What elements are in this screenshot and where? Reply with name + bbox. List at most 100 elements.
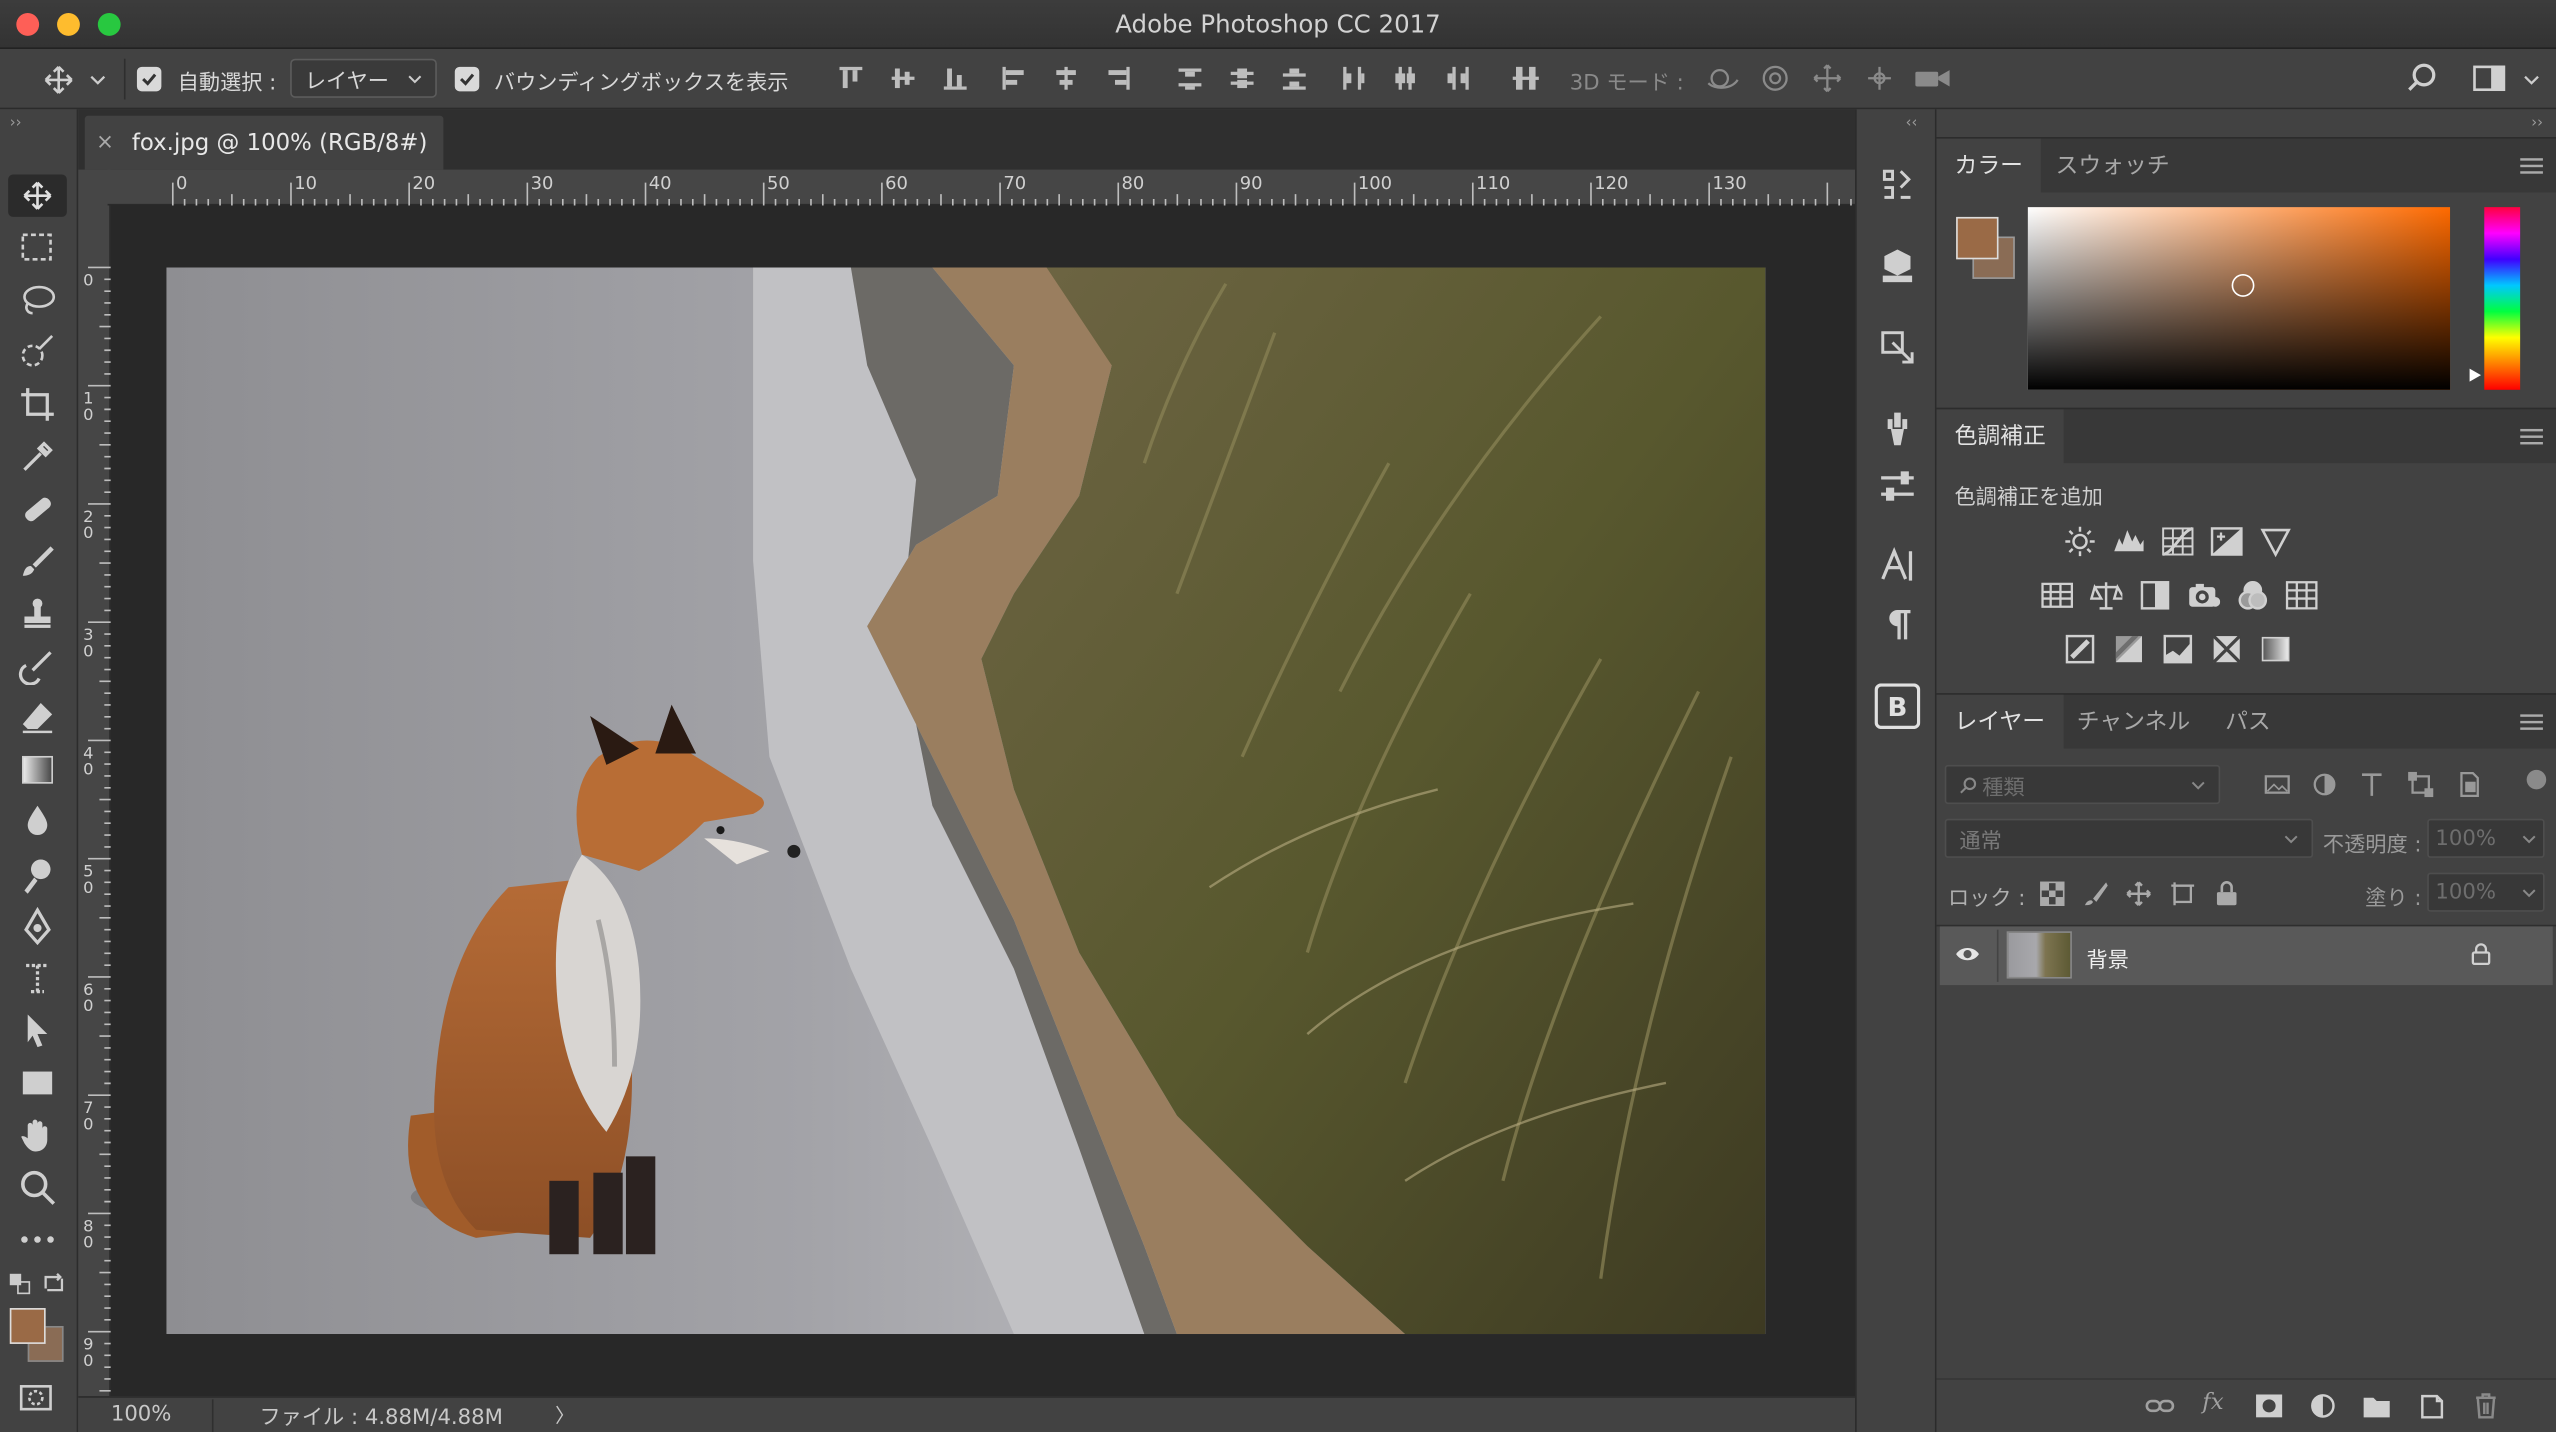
distribute-right-icon[interactable] bbox=[1443, 64, 1472, 93]
dodge-tool-icon[interactable] bbox=[18, 855, 57, 894]
eye-icon[interactable] bbox=[1954, 944, 1980, 964]
tool-preset-chevron-icon[interactable] bbox=[90, 73, 106, 86]
zoom-level[interactable]: 100% bbox=[111, 1403, 172, 1427]
auto-select-checkbox[interactable] bbox=[136, 66, 162, 92]
black-white-icon[interactable] bbox=[2139, 579, 2172, 612]
lock-position-icon[interactable] bbox=[2126, 881, 2152, 907]
pen-tool-icon[interactable] bbox=[18, 906, 57, 946]
panel-menu-icon[interactable] bbox=[2520, 157, 2543, 177]
layer-filter-dropdown[interactable]: 種類 bbox=[1944, 764, 2221, 805]
new-group-icon[interactable] bbox=[2362, 1393, 2391, 1419]
tab-adjustments[interactable]: 色調補正 bbox=[1936, 409, 2064, 465]
filter-pixel-icon[interactable] bbox=[2263, 770, 2292, 799]
photo-filter-icon[interactable] bbox=[2188, 579, 2221, 612]
status-menu-arrow[interactable]: 〉 bbox=[555, 1401, 575, 1429]
layer-name[interactable]: 背景 bbox=[2087, 943, 2129, 973]
eyedropper-tool-icon[interactable] bbox=[18, 437, 57, 476]
color-picker-handle[interactable] bbox=[2231, 274, 2255, 297]
workspace-icon[interactable] bbox=[2473, 64, 2506, 93]
type-tool-icon[interactable] bbox=[18, 959, 57, 998]
selective-color-icon[interactable] bbox=[2210, 633, 2243, 666]
distribute-bottom-icon[interactable] bbox=[1280, 64, 1309, 93]
paragraph-panel-icon[interactable] bbox=[1878, 605, 1917, 644]
distribute-left-icon[interactable] bbox=[1338, 64, 1367, 93]
properties-panel-icon[interactable] bbox=[1878, 328, 1917, 367]
align-bottom-icon[interactable] bbox=[941, 64, 970, 93]
clone-stamp-tool-icon[interactable] bbox=[18, 594, 57, 633]
ruler-origin[interactable] bbox=[78, 169, 111, 206]
gradient-map-icon[interactable] bbox=[2259, 633, 2292, 666]
distribute-vertical-center-icon[interactable] bbox=[1227, 64, 1256, 93]
3d-camera-icon[interactable] bbox=[1914, 64, 1953, 93]
vertical-ruler[interactable]: 0102030405060708090 bbox=[78, 205, 111, 1397]
swap-colors-icon[interactable] bbox=[42, 1272, 65, 1295]
behance-icon[interactable]: B bbox=[1874, 683, 1921, 730]
tab-paths[interactable]: パス bbox=[2207, 695, 2289, 750]
document-tab[interactable]: × fox.jpg @ 100% (RGB/8#) bbox=[84, 115, 444, 170]
tab-layers[interactable]: レイヤー bbox=[1936, 694, 2064, 751]
align-horizontal-center-icon[interactable] bbox=[1051, 64, 1080, 93]
brush-settings-icon[interactable] bbox=[1878, 409, 1917, 448]
auto-align-layers-icon[interactable] bbox=[1511, 64, 1540, 93]
brush-tool-icon[interactable] bbox=[18, 541, 57, 580]
align-top-icon[interactable] bbox=[836, 64, 865, 93]
new-adjustment-layer-icon[interactable] bbox=[2308, 1393, 2337, 1419]
add-mask-icon[interactable] bbox=[2254, 1393, 2283, 1419]
hue-saturation-icon[interactable] bbox=[2041, 579, 2074, 612]
close-tab-icon[interactable]: × bbox=[96, 130, 114, 154]
3d-slide-icon[interactable] bbox=[1865, 64, 1894, 93]
eraser-tool-icon[interactable] bbox=[18, 698, 57, 737]
posterize-icon[interactable] bbox=[2113, 633, 2146, 666]
channel-mixer-icon[interactable] bbox=[2237, 579, 2270, 612]
align-vertical-center-icon[interactable] bbox=[888, 64, 917, 93]
character-panel-icon[interactable] bbox=[1878, 546, 1917, 585]
vibrance-icon[interactable] bbox=[2259, 525, 2292, 558]
history-brush-tool-icon[interactable] bbox=[18, 646, 57, 686]
fill-input[interactable]: 100% bbox=[2427, 872, 2545, 912]
blend-mode-dropdown[interactable]: 通常 bbox=[1944, 818, 2314, 858]
search-icon[interactable] bbox=[2406, 62, 2439, 95]
history-panel-icon[interactable] bbox=[1878, 165, 1917, 204]
move-tool-icon[interactable] bbox=[42, 64, 75, 97]
invert-icon[interactable] bbox=[2064, 633, 2097, 666]
bounding-box-checkbox[interactable] bbox=[454, 66, 480, 92]
tab-color[interactable]: カラー bbox=[1936, 138, 2041, 195]
filter-adjustment-icon[interactable] bbox=[2310, 770, 2339, 799]
gradient-tool-icon[interactable] bbox=[18, 750, 57, 789]
canvas-image[interactable] bbox=[166, 267, 1766, 1335]
layer-thumbnail[interactable] bbox=[2006, 931, 2072, 979]
auto-select-dropdown[interactable]: レイヤー bbox=[290, 58, 437, 98]
lock-artboard-icon[interactable] bbox=[2170, 881, 2196, 907]
align-right-icon[interactable] bbox=[1104, 64, 1133, 93]
adjustments-panel-icon[interactable] bbox=[1878, 468, 1917, 507]
move-tool[interactable] bbox=[8, 174, 67, 217]
lock-image-icon[interactable] bbox=[2083, 881, 2109, 907]
levels-icon[interactable] bbox=[2113, 525, 2146, 558]
hue-slider-arrow-icon[interactable] bbox=[2468, 367, 2483, 383]
lasso-tool-icon[interactable] bbox=[18, 281, 57, 320]
crop-tool-icon[interactable] bbox=[18, 385, 57, 424]
collapse-panels-icon[interactable]: ›› bbox=[2531, 116, 2543, 132]
hue-slider[interactable] bbox=[2484, 207, 2521, 390]
3d-pan-icon[interactable] bbox=[1813, 64, 1842, 93]
layer-row[interactable]: 背景 bbox=[1939, 926, 2553, 986]
color-field[interactable] bbox=[2027, 207, 2451, 390]
zoom-tool-icon[interactable] bbox=[18, 1168, 57, 1207]
opacity-input[interactable]: 100% bbox=[2427, 818, 2545, 858]
quick-selection-tool-icon[interactable] bbox=[18, 333, 57, 372]
workspace-chevron-icon[interactable] bbox=[2523, 73, 2539, 86]
distribute-horizontal-center-icon[interactable] bbox=[1390, 64, 1419, 93]
filter-smart-object-icon[interactable] bbox=[2455, 770, 2484, 799]
align-left-icon[interactable] bbox=[999, 64, 1028, 93]
more-tools-icon[interactable] bbox=[18, 1220, 57, 1259]
color-lookup-icon[interactable] bbox=[2285, 579, 2318, 612]
link-layers-icon[interactable] bbox=[2145, 1393, 2175, 1419]
brightness-contrast-icon[interactable] bbox=[2064, 525, 2097, 558]
3d-panel-icon[interactable] bbox=[1878, 246, 1917, 285]
color-balance-icon[interactable] bbox=[2089, 579, 2123, 612]
panel-menu-icon[interactable] bbox=[2520, 713, 2543, 733]
color-panel-foreground-swatch[interactable] bbox=[1956, 216, 1999, 260]
3d-roll-icon[interactable] bbox=[1761, 64, 1790, 93]
tab-channels[interactable]: チャンネル bbox=[2059, 695, 2208, 750]
default-colors-icon[interactable] bbox=[8, 1272, 31, 1295]
